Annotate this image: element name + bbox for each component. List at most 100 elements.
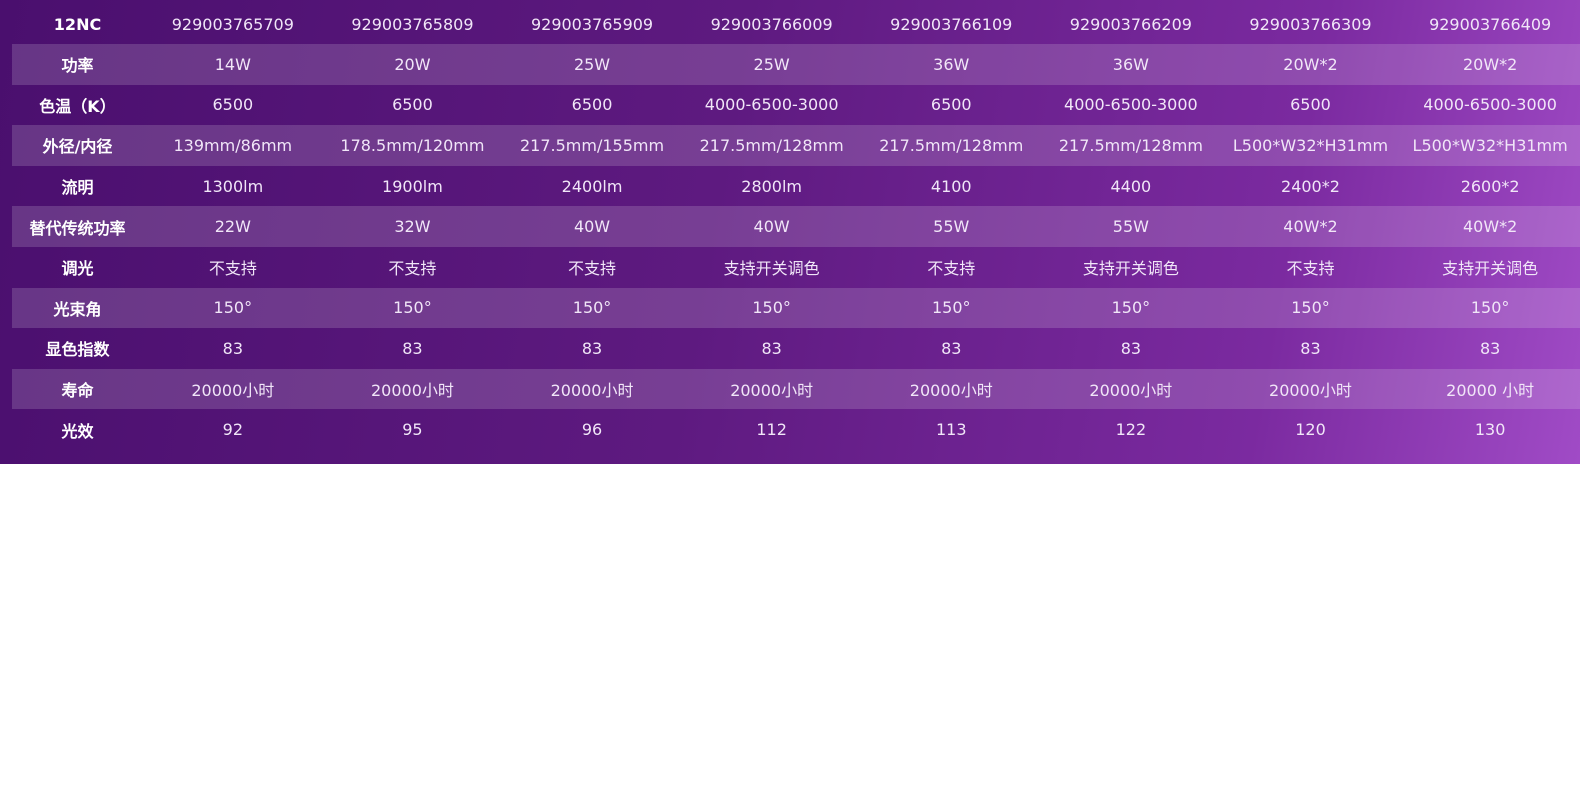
table-cell: 32W — [322, 206, 503, 247]
table-cell: 217.5mm/128mm — [681, 125, 862, 166]
table-cell: L500*W32*H31mm — [1400, 125, 1580, 166]
table-cell: 4000-6500-3000 — [1423, 95, 1557, 115]
table-cell: 83 — [222, 338, 243, 358]
table-cell: 25W — [681, 44, 862, 85]
table-cell: 6500 — [571, 95, 613, 115]
table-cell: 20000 小时 — [1400, 368, 1580, 410]
table-row: 流明 1300lm 1900lm 2400lm 2800lm 4100 4400 2400*2… — [12, 166, 1580, 207]
table-cell: 20000小时 — [143, 368, 323, 410]
table-cell: 929003766009 — [710, 14, 833, 34]
table-cell: 217.5mm/128mm — [1041, 125, 1221, 166]
row-label: 调光 — [61, 259, 94, 279]
table-cell: 支持开关调色 — [723, 259, 820, 279]
table-cell: 支持开关调色 — [1442, 259, 1539, 279]
row-label: 替代传统功率 — [12, 206, 144, 247]
table-cell: 217.5mm/155mm — [502, 125, 682, 166]
table-cell: 92 — [222, 420, 243, 440]
table-cell: 929003766409 — [1429, 14, 1552, 34]
table-cell: 20000小时 — [861, 368, 1042, 410]
row-label: 光束角 — [12, 287, 144, 329]
table-cell: 4100 — [930, 176, 972, 196]
table-cell: 929003765709 — [171, 14, 294, 34]
table-cell: 150° — [143, 287, 323, 329]
table-cell: 1300lm — [202, 176, 264, 196]
table-cell: 20W — [322, 44, 503, 85]
table-cell: 112 — [756, 420, 787, 440]
table-cell: 130 — [1474, 420, 1506, 440]
table-cell: 不支持 — [568, 259, 617, 279]
table-cell: 36W — [861, 44, 1042, 85]
table-cell: 4000-6500-3000 — [1064, 95, 1198, 115]
table-cell: 929003766209 — [1069, 14, 1192, 34]
table-cell: 36W — [1041, 44, 1221, 85]
table-cell: 113 — [935, 420, 967, 440]
table-cell: 55W — [1041, 206, 1221, 247]
table-cell: 40W*2 — [1220, 206, 1401, 247]
table-cell: 6500 — [930, 95, 972, 115]
table-cell: 83 — [941, 338, 962, 358]
table-row: 12NC 929003765709 929003765809 929003765909… — [12, 4, 1580, 44]
table-cell: 不支持 — [208, 259, 257, 279]
table-cell: 929003766109 — [890, 14, 1013, 34]
table-cell: 139mm/86mm — [143, 125, 323, 166]
row-label: 功率 — [12, 44, 144, 85]
table-row: 光效 92 95 96 112 113 122 120 130 — [12, 409, 1580, 450]
table-cell: 4000-6500-3000 — [704, 95, 839, 115]
table-cell: 150° — [322, 287, 503, 329]
table-row: 显色指数 83 83 83 83 83 83 83 83 — [12, 328, 1580, 369]
table-row: 光束角 150° 150° 150° 150° 150° 150° 150° 150° — [12, 287, 1580, 329]
row-label: 流明 — [61, 178, 94, 198]
table-cell: 122 — [1115, 420, 1147, 440]
table-cell: 40W*2 — [1400, 206, 1580, 247]
table-row: 调光 不支持 不支持 不支持 支持开关调色 不支持 支持开关调色 不支持 支持开关调色 — [12, 247, 1580, 288]
table-row: 功率 14W 20W 25W 25W 36W 36W 20W*2 20W*2 — [12, 44, 1580, 85]
row-label: 12NC — [53, 14, 102, 34]
table-cell: 150° — [681, 287, 862, 329]
table-cell: 217.5mm/128mm — [861, 125, 1042, 166]
row-label: 色温（K） — [39, 96, 116, 116]
table-cell: 83 — [761, 338, 782, 358]
table-cell: 83 — [1479, 338, 1501, 358]
table-cell: 95 — [402, 420, 423, 440]
table-cell: 20W*2 — [1400, 44, 1580, 85]
row-label: 寿命 — [12, 368, 144, 410]
table-cell: 6500 — [1290, 95, 1331, 115]
table-cell: 不支持 — [388, 259, 437, 279]
spec-table: 12NC 929003765709 929003765809 929003765909… — [12, 4, 1580, 450]
table-cell: 20000小时 — [1041, 368, 1221, 410]
table-cell: 不支持 — [1286, 259, 1335, 279]
table-cell: 120 — [1295, 420, 1326, 440]
table-cell: 150° — [502, 287, 682, 329]
table-cell: 6500 — [212, 95, 254, 115]
row-label: 显色指数 — [45, 340, 110, 360]
table-cell: 25W — [502, 44, 682, 85]
row-label: 光效 — [61, 421, 94, 441]
table-cell: 6500 — [392, 95, 433, 115]
table-row: 寿命 20000小时 20000小时 20000小时 20000小时 20000小时 200… — [12, 368, 1580, 410]
table-cell: 929003766309 — [1249, 14, 1372, 34]
table-cell: 2400*2 — [1281, 176, 1340, 196]
table-cell: 150° — [1041, 287, 1221, 329]
table-cell: 2600*2 — [1460, 176, 1520, 196]
table-cell: 14W — [143, 44, 323, 85]
table-cell: 20W*2 — [1220, 44, 1401, 85]
table-cell: 150° — [1220, 287, 1401, 329]
spec-panel: 12NC 929003765709 929003765809 929003765909… — [0, 0, 1580, 464]
table-cell: 不支持 — [927, 259, 976, 279]
table-cell: 178.5mm/120mm — [322, 125, 503, 166]
table-cell: 20000小时 — [1220, 368, 1401, 410]
table-cell: L500*W32*H31mm — [1220, 125, 1401, 166]
table-cell: 929003765909 — [530, 14, 654, 34]
row-label: 外径/内径 — [12, 125, 144, 166]
table-cell: 83 — [1120, 338, 1142, 358]
table-row: 外径/内径 139mm/86mm 178.5mm/120mm 217.5mm/155m… — [12, 125, 1580, 166]
table-cell: 929003765809 — [351, 14, 474, 34]
table-cell: 支持开关调色 — [1082, 259, 1179, 279]
table-cell: 83 — [1300, 338, 1321, 358]
table-cell: 4400 — [1110, 176, 1152, 196]
table-cell: 40W — [681, 206, 862, 247]
table-cell: 40W — [502, 206, 682, 247]
table-cell: 150° — [1400, 287, 1580, 329]
table-cell: 2400lm — [561, 176, 623, 196]
table-cell: 150° — [861, 287, 1042, 329]
